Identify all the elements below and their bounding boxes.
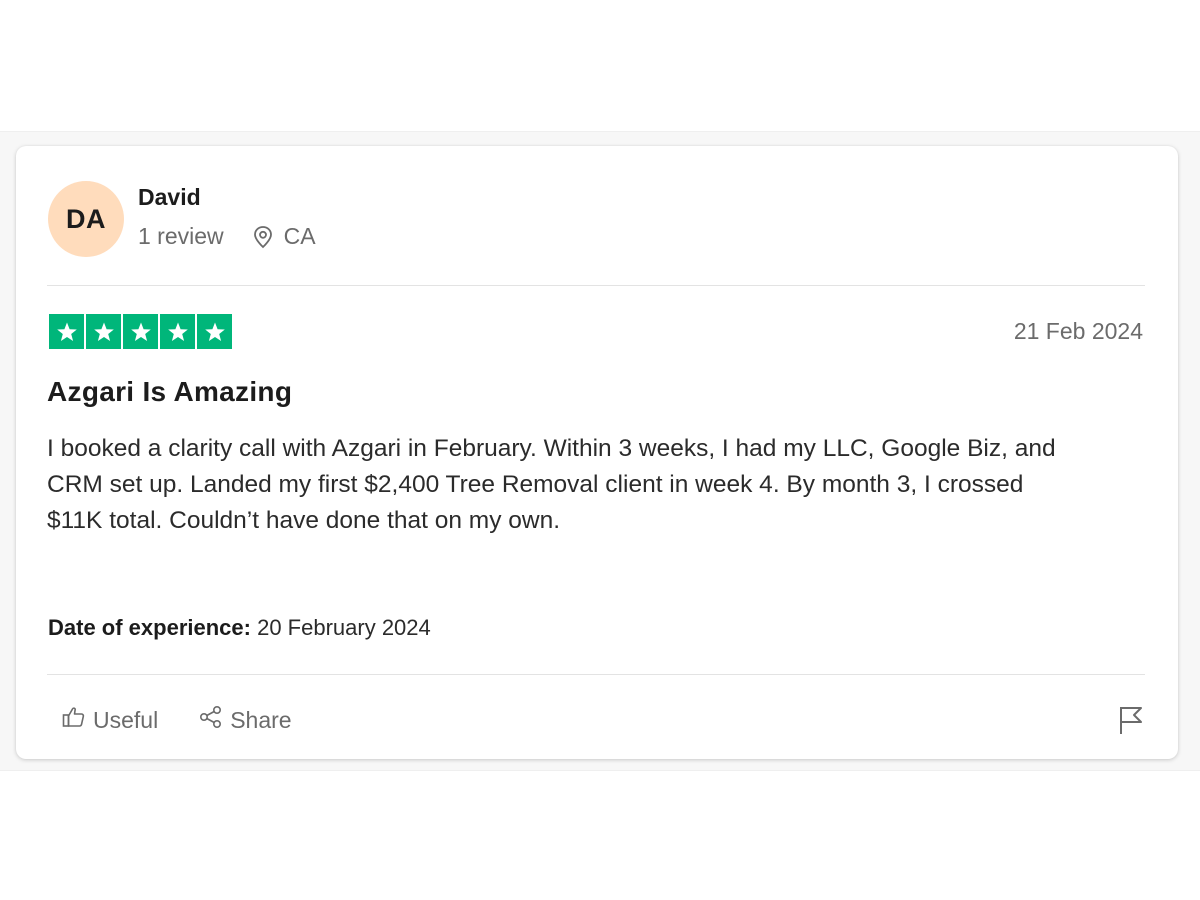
flag-icon — [1117, 707, 1145, 740]
reviewer-name[interactable]: David — [138, 184, 201, 211]
date-of-experience: Date of experience: 20 February 2024 — [48, 615, 431, 641]
review-card: DA David 1 review CA 21 Feb 2024 Azgari … — [16, 146, 1178, 759]
share-icon — [198, 704, 224, 736]
useful-button[interactable]: Useful — [61, 704, 158, 736]
location-pin-icon — [252, 225, 274, 249]
experience-label: Date of experience: — [48, 615, 251, 640]
divider — [47, 285, 1145, 286]
review-body: I booked a clarity call with Azgari in F… — [47, 435, 1056, 534]
star-icon — [49, 314, 84, 349]
experience-date: 20 February 2024 — [257, 615, 431, 640]
star-rating — [49, 314, 232, 349]
divider — [47, 674, 1145, 675]
avatar[interactable]: DA — [48, 181, 124, 257]
star-icon — [160, 314, 195, 349]
review-date: 21 Feb 2024 — [1013, 318, 1143, 344]
star-icon — [123, 314, 158, 349]
review-title[interactable]: Azgari Is Amazing — [47, 376, 292, 408]
share-button[interactable]: Share — [198, 704, 292, 736]
report-button[interactable] — [1117, 704, 1145, 736]
review-actions: Useful Share — [61, 704, 292, 736]
thumbs-up-icon — [61, 704, 87, 736]
useful-label: Useful — [93, 706, 159, 733]
reviewer-location: CA — [283, 223, 316, 249]
share-label: Share — [230, 706, 292, 733]
review-count: 1 review — [138, 223, 224, 249]
reviewer-meta: 1 review CA — [138, 223, 316, 250]
star-icon — [197, 314, 232, 349]
star-icon — [86, 314, 121, 349]
